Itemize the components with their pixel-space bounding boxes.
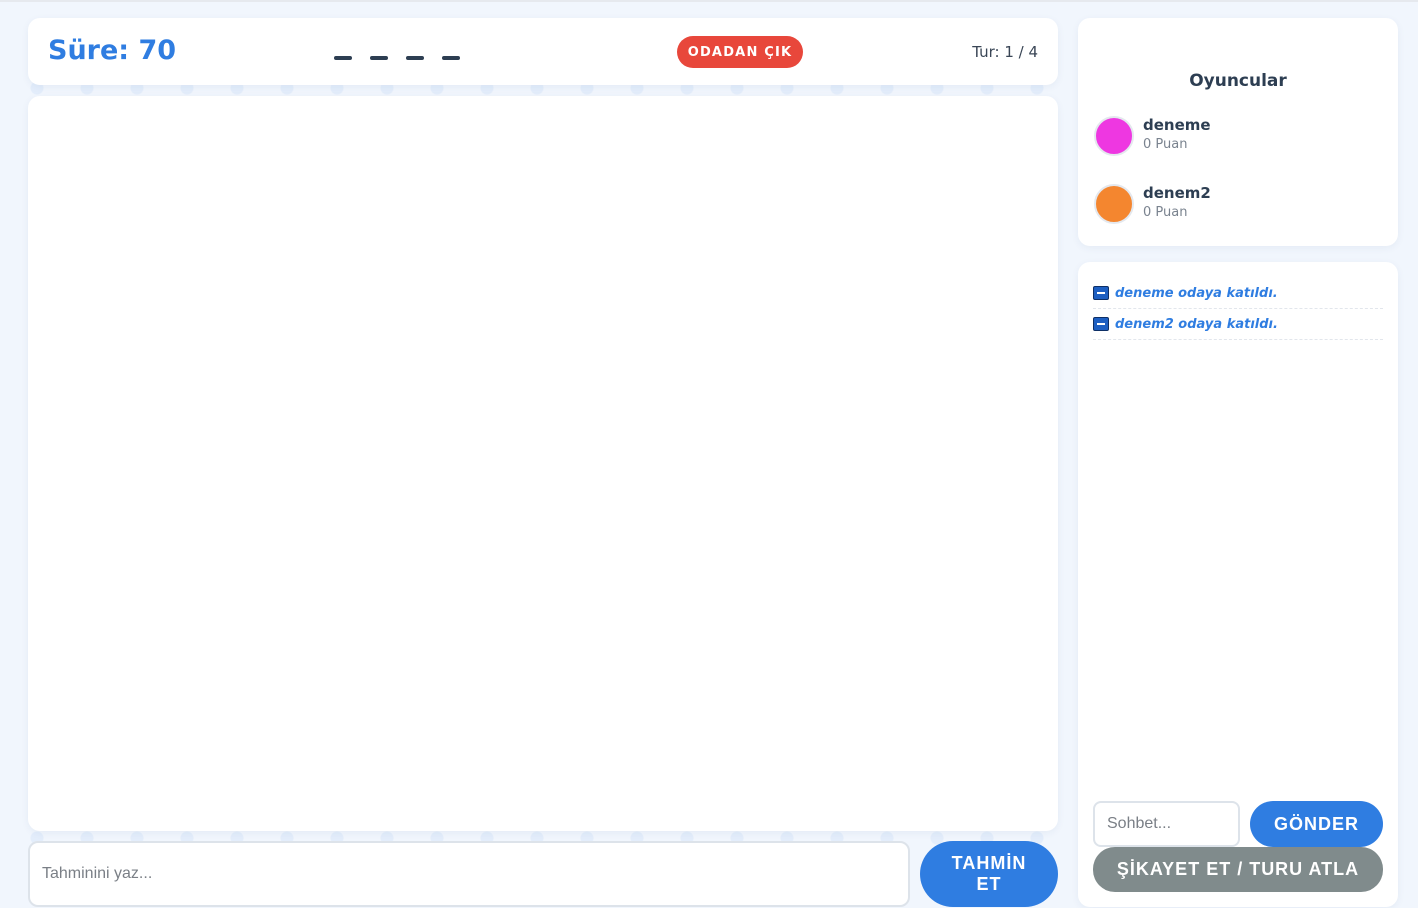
chat-message-text: denem2 odaya katıldı. (1115, 316, 1278, 332)
send-button[interactable]: GÖNDER (1250, 801, 1383, 847)
players-panel: Oyuncular deneme 0 Puan denem2 0 Puan (1078, 18, 1398, 246)
chat-message-text: deneme odaya katıldı. (1115, 285, 1278, 301)
game-header: Süre: 70 ODADAN ÇIK Tur: 1 / 4 (28, 18, 1058, 85)
player-score: 0 Puan (1143, 137, 1188, 152)
arrow-right-icon (1093, 286, 1109, 300)
top-border (0, 0, 1418, 2)
timer-label: Süre: 70 (48, 35, 177, 66)
player-avatar (1094, 184, 1134, 224)
leave-room-button[interactable]: ODADAN ÇIK (677, 36, 803, 68)
round-counter: Tur: 1 / 4 (972, 43, 1038, 61)
player-item: deneme 0 Puan (1094, 116, 1374, 156)
player-name: denem2 (1143, 184, 1211, 202)
letter-blank (370, 56, 388, 60)
chat-panel: deneme odaya katıldı. denem2 odaya katıl… (1078, 262, 1398, 907)
chat-messages: deneme odaya katıldı. denem2 odaya katıl… (1093, 278, 1383, 340)
chat-message: deneme odaya katıldı. (1093, 278, 1383, 309)
guess-button[interactable]: TAHMİN ET (920, 841, 1058, 907)
player-score: 0 Puan (1143, 205, 1188, 220)
drawing-canvas[interactable] (28, 96, 1058, 831)
arrow-right-icon (1093, 317, 1109, 331)
guess-input[interactable] (28, 841, 910, 907)
player-name: deneme (1143, 116, 1211, 134)
report-skip-button[interactable]: ŞİKAYET ET / TURU ATLA (1093, 847, 1383, 892)
drawing-canvas-card (28, 96, 1058, 831)
letter-blank (442, 56, 460, 60)
word-blanks (334, 56, 460, 60)
player-avatar (1094, 116, 1134, 156)
player-item: denem2 0 Puan (1094, 184, 1374, 224)
letter-blank (334, 56, 352, 60)
players-title: Oyuncular (1189, 71, 1287, 91)
chat-input[interactable] (1093, 801, 1240, 847)
letter-blank (406, 56, 424, 60)
chat-message: denem2 odaya katıldı. (1093, 309, 1383, 340)
